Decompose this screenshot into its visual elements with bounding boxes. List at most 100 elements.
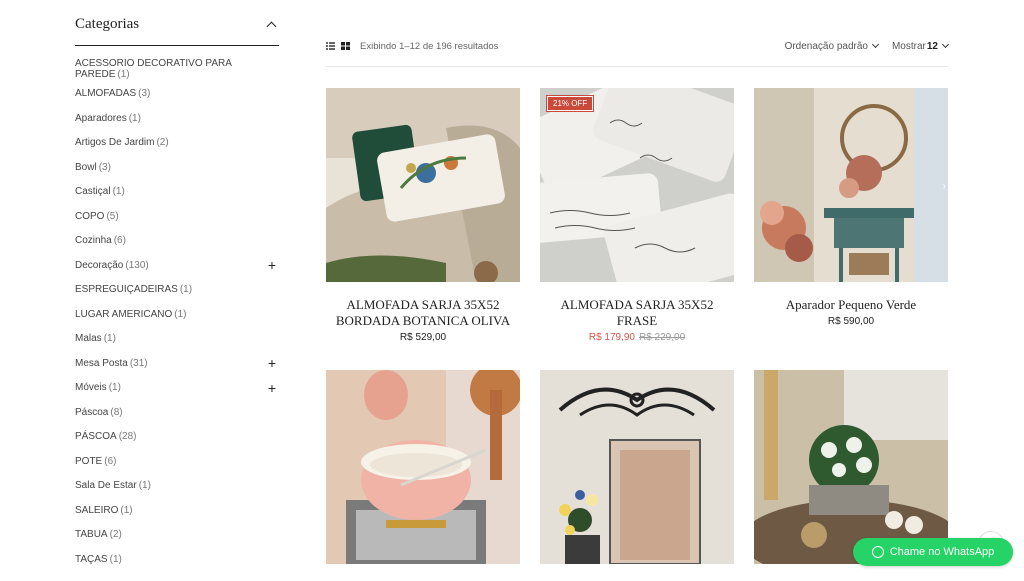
category-item[interactable]: TABUA (2) — [75, 523, 279, 548]
product-image[interactable] — [754, 370, 948, 564]
category-count: (6) — [113, 235, 126, 247]
category-label: Malas — [75, 333, 102, 345]
category-label: PÁSCOA — [75, 431, 117, 443]
chevron-down-icon — [941, 40, 950, 49]
category-label: Móveis — [75, 382, 107, 394]
product-name[interactable]: Aparador Pequeno Verde — [754, 297, 948, 313]
category-label: ACESSORIO DECORATIVO PARA PAREDE — [75, 58, 232, 81]
product-image[interactable]: › — [754, 88, 948, 282]
category-item[interactable]: Páscoa (8) — [75, 400, 279, 425]
category-label: TABUA — [75, 529, 108, 541]
category-item[interactable]: Cozinha (6) — [75, 229, 279, 254]
category-item[interactable]: ACESSORIO DECORATIVO PARA PAREDE (1) — [75, 57, 279, 82]
whatsapp-icon — [871, 546, 884, 558]
category-label: Decoração — [75, 259, 124, 271]
category-item[interactable]: Sala De Estar (1) — [75, 474, 279, 499]
category-item[interactable]: Móveis (1) + — [75, 376, 279, 401]
category-count: (31) — [129, 357, 148, 369]
category-label: LUGAR AMERICANO — [75, 308, 173, 320]
category-count: (2) — [109, 529, 122, 541]
category-item[interactable]: ALMOFADAS (3) — [75, 82, 279, 107]
category-count: (6) — [104, 455, 117, 467]
category-item[interactable]: PÁSCOA (28) — [75, 425, 279, 450]
shop-toolbar: Exibindo 1–12 de 196 resultados Ordenaçã… — [326, 30, 950, 67]
whatsapp-label: Chame no WhatsApp — [889, 546, 995, 558]
chevron-up-icon[interactable] — [266, 21, 277, 32]
price-current: R$ 590,00 — [827, 316, 875, 327]
category-item[interactable]: Castiçal (1) — [75, 180, 279, 205]
category-count: (28) — [118, 431, 137, 443]
category-item[interactable]: LUGAR AMERICANO (1) — [75, 302, 279, 327]
product-image[interactable] — [326, 88, 520, 282]
category-count: (1) — [109, 553, 122, 565]
product-price: R$ 590,00 — [754, 316, 948, 327]
category-item[interactable]: TAÇAS (1) — [75, 547, 279, 572]
category-item[interactable]: COPO (5) — [75, 204, 279, 229]
price-old: R$ 229,00 — [639, 332, 686, 343]
category-label: Páscoa — [75, 406, 109, 418]
category-count: (1) — [117, 69, 130, 81]
category-item[interactable]: Bowl (3) — [75, 155, 279, 180]
category-label: POTE — [75, 455, 103, 467]
category-count: (130) — [125, 259, 149, 271]
category-label: COPO — [75, 210, 105, 222]
category-label: Artigos De Jardim — [75, 137, 155, 149]
category-list: ACESSORIO DECORATIVO PARA PAREDE (1) ALMO… — [75, 57, 279, 572]
product-card[interactable] — [540, 370, 734, 579]
chevron-down-icon — [871, 40, 880, 49]
category-label: Cozinha — [75, 235, 112, 247]
sort-label: Ordenação padrão — [784, 40, 868, 52]
discount-badge: 21% OFF — [545, 95, 595, 112]
product-image[interactable]: 21% OFF — [540, 88, 734, 282]
category-item[interactable]: Decoração (130) + — [75, 253, 279, 278]
category-item[interactable]: Artigos De Jardim (2) — [75, 131, 279, 156]
category-label: SALEIRO — [75, 504, 119, 516]
category-label: Mesa Posta — [75, 357, 128, 369]
product-image[interactable] — [540, 370, 734, 564]
expand-icon[interactable]: + — [265, 381, 279, 395]
product-name[interactable]: ALMOFADA SARJA 35X52 FRASE — [540, 297, 734, 329]
category-count: (3) — [98, 161, 111, 173]
expand-icon[interactable]: + — [265, 258, 279, 272]
price-current: R$ 179,90 — [588, 332, 635, 343]
category-item[interactable]: Mesa Posta (31) + — [75, 351, 279, 376]
product-card[interactable]: › Aparador Pequeno Verde R$ 590,00 — [754, 88, 948, 327]
category-item[interactable]: ESPREGUIÇADEIRAS (1) — [75, 278, 279, 303]
category-item[interactable]: Aparadores (1) — [75, 106, 279, 131]
product-image[interactable] — [326, 370, 520, 564]
list-view-icon[interactable] — [326, 42, 335, 50]
product-card[interactable]: ALMOFADA SARJA 35X52 BORDADA BOTANICA OL… — [326, 88, 520, 343]
category-label: Bowl — [75, 161, 97, 173]
category-label: ALMOFADAS — [75, 88, 137, 100]
next-image-icon[interactable]: › — [943, 181, 946, 192]
category-count: (1) — [174, 308, 187, 320]
category-label: Castiçal — [75, 186, 111, 198]
category-label: Sala De Estar — [75, 480, 137, 492]
category-item[interactable]: POTE (6) — [75, 449, 279, 474]
per-page-label: Mostrar — [891, 40, 926, 52]
category-header[interactable]: Categorias — [75, 0, 279, 46]
category-count: (5) — [106, 210, 119, 222]
whatsapp-button[interactable]: Chame no WhatsApp — [853, 538, 1013, 566]
price-current: R$ 529,00 — [399, 332, 447, 343]
sort-dropdown[interactable]: Ordenação padrão — [784, 40, 880, 52]
category-count: (1) — [120, 504, 133, 516]
grid-view-icon[interactable] — [341, 42, 350, 50]
category-count: (1) — [103, 333, 116, 345]
category-sidebar: Categorias ACESSORIO DECORATIVO PARA PAR… — [75, 0, 279, 572]
product-name[interactable]: ALMOFADA SARJA 35X52 BORDADA BOTANICA OL… — [326, 297, 520, 329]
category-count: (1) — [179, 284, 193, 296]
per-page-value: 12 — [926, 40, 938, 52]
per-page-dropdown[interactable]: Mostrar 12 — [891, 40, 950, 52]
product-card[interactable] — [326, 370, 520, 579]
category-count: (1) — [108, 382, 121, 394]
expand-icon[interactable]: + — [265, 356, 279, 370]
category-item[interactable]: SALEIRO (1) — [75, 498, 279, 523]
product-card[interactable]: 21% OFF ALMOFADA SARJA 35X52 FRASE R$ 17… — [540, 88, 734, 343]
product-price: R$ 529,00 — [326, 332, 520, 343]
product-price: R$ 179,90 R$ 229,00 — [540, 332, 734, 343]
category-item[interactable]: Malas (1) — [75, 327, 279, 352]
category-label: Aparadores — [75, 112, 127, 124]
category-count: (3) — [138, 88, 151, 100]
category-label: TAÇAS — [75, 553, 108, 565]
